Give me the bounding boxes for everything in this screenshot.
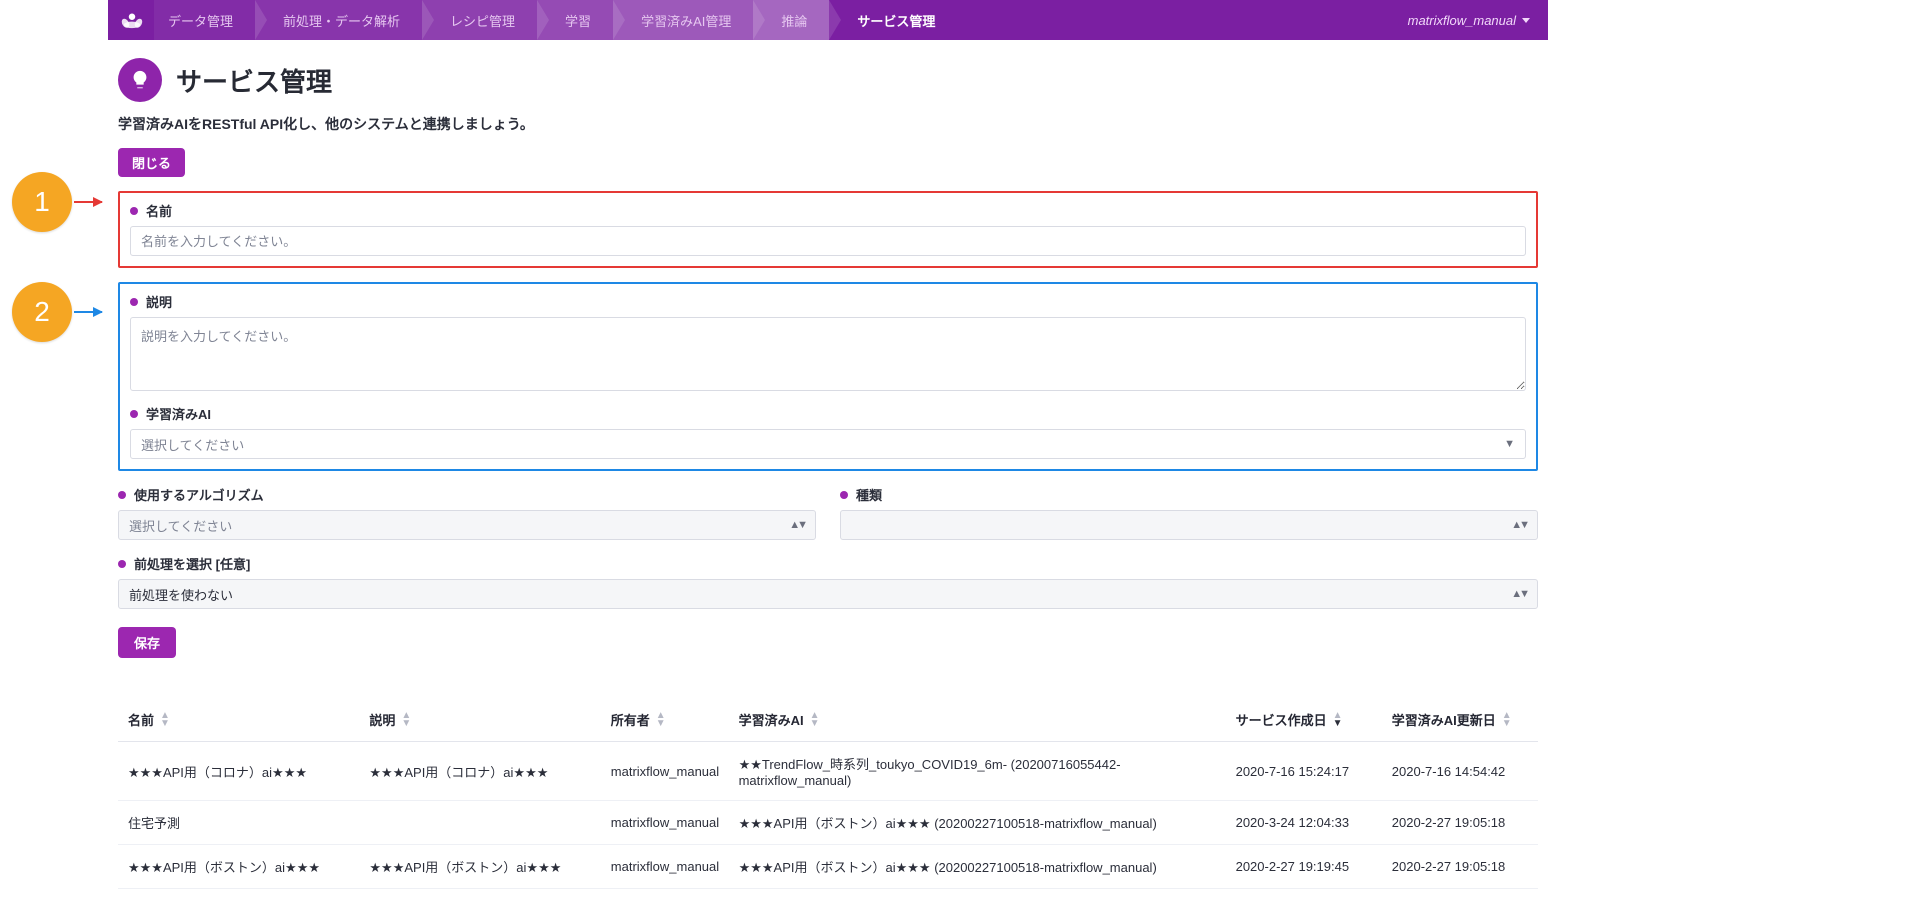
cell-trained-ai: ★★★API用（ボストン）ai★★★ (20200227100518-matri… [729,845,1226,889]
page-header: サービス管理 [118,58,1538,102]
nav-item-trained[interactable]: 学習済みAI管理 [613,0,753,40]
cell-service-created: 2020-7-16 15:24:17 [1226,742,1382,801]
nav-item-recipe[interactable]: レシピ管理 [422,0,537,40]
close-button[interactable]: 閉じる [118,148,185,177]
trained-ai-select[interactable]: 選択してください ▼ [130,429,1526,459]
frame-desc-ai: 説明 学習済みAI 選択してください ▼ [118,282,1538,471]
sort-icon [401,712,411,728]
cell-name: ★★★API用（ボストン）ai★★★ [118,845,359,889]
description-input[interactable] [130,317,1526,391]
page-title: サービス管理 [176,62,332,99]
nav-crumbs: データ管理 前処理・データ解析 レシピ管理 学習 学習済みAI管理 推論 サービ… [154,0,957,40]
cell-ai-updated: 2020-2-27 19:05:18 [1382,845,1538,889]
sort-icon [160,712,170,728]
cell-description: ★★★API用（ボストン）ai★★★ [359,845,600,889]
cell-description [359,801,600,845]
caret-down-icon: ▼ [1504,438,1515,450]
sort-icon [656,712,666,728]
updown-icon: ▲▼ [1511,588,1527,600]
th-name[interactable]: 名前 [118,698,359,742]
cell-trained-ai: ★★★API用（ボストン）ai★★★ (20200227100518-matri… [729,801,1226,845]
label-name: 名前 [146,201,172,220]
bullet-icon [840,491,848,499]
sort-icon [1333,712,1343,728]
sort-icon [810,712,820,728]
updown-icon: ▲▼ [1511,519,1527,531]
cell-description: ★★★API用（コロナ）ai★★★ [359,742,600,801]
callout-badge-2: 2 [12,282,72,342]
page-subtitle: 学習済みAIをRESTful API化し、他のシステムと連携しましょう。 [118,114,1538,134]
cell-owner: matrixflow_manual [601,742,729,801]
cell-owner: matrixflow_manual [601,801,729,845]
th-ai-updated[interactable]: 学習済みAI更新日 [1382,698,1538,742]
cell-name: ★★★API用（コロナ）ai★★★ [118,742,359,801]
table-row[interactable]: ★★★API用（ボストン）ai★★★ ★★★API用（ボストン）ai★★★ ma… [118,845,1538,889]
updown-icon: ▲▼ [789,519,805,531]
bullet-icon [130,298,138,306]
table-row[interactable]: 住宅予測 matrixflow_manual ★★★API用（ボストン）ai★★… [118,801,1538,845]
cell-name: 住宅予測 [118,801,359,845]
th-trained-ai[interactable]: 学習済みAI [729,698,1226,742]
algorithm-select[interactable]: 選択してください ▲▼ [118,510,816,540]
lightbulb-icon [118,58,162,102]
label-kind: 種類 [856,485,882,504]
account-name: matrixflow_manual [1408,13,1516,28]
th-owner[interactable]: 所有者 [601,698,729,742]
bullet-icon [130,207,138,215]
arrow-icon [74,201,102,203]
save-button[interactable]: 保存 [118,627,176,658]
frame-name: 名前 [118,191,1538,268]
nav-item-service[interactable]: サービス管理 [829,0,957,40]
th-description[interactable]: 説明 [359,698,600,742]
app-logo [114,2,150,38]
label-description: 説明 [146,292,172,311]
label-algorithm: 使用するアルゴリズム [134,485,264,504]
cell-ai-updated: 2020-2-27 19:05:18 [1382,801,1538,845]
bullet-icon [130,410,138,418]
caret-down-icon [1522,18,1530,23]
label-preprocess: 前処理を選択 [任意] [134,554,250,573]
cell-ai-updated: 2020-7-16 14:54:42 [1382,742,1538,801]
cell-service-created: 2020-2-27 19:19:45 [1226,845,1382,889]
preprocess-select[interactable]: 前処理を使わない ▲▼ [118,579,1538,609]
nav-item-data[interactable]: データ管理 [154,0,255,40]
bullet-icon [118,560,126,568]
label-trained-ai: 学習済みAI [146,404,211,423]
service-table: 名前 説明 所有者 学習済みAI サービス作成日 学習済みAI更新日 ★★★AP… [118,698,1538,889]
kind-select[interactable]: ▲▼ [840,510,1538,540]
name-input[interactable] [130,226,1526,256]
th-service-created[interactable]: サービス作成日 [1226,698,1382,742]
table-row[interactable]: ★★★API用（コロナ）ai★★★ ★★★API用（コロナ）ai★★★ matr… [118,742,1538,801]
callout-badge-1: 1 [12,172,72,232]
nav-item-preproc[interactable]: 前処理・データ解析 [255,0,422,40]
service-table-body: ★★★API用（コロナ）ai★★★ ★★★API用（コロナ）ai★★★ matr… [118,742,1538,889]
account-menu[interactable]: matrixflow_manual [1390,13,1548,28]
cell-service-created: 2020-3-24 12:04:33 [1226,801,1382,845]
top-nav: データ管理 前処理・データ解析 レシピ管理 学習 学習済みAI管理 推論 サービ… [108,0,1548,40]
cell-owner: matrixflow_manual [601,845,729,889]
sort-icon [1502,712,1512,728]
bullet-icon [118,491,126,499]
cell-trained-ai: ★★TrendFlow_時系列_toukyo_COVID19_6m- (2020… [729,742,1226,801]
arrow-icon [74,311,102,313]
